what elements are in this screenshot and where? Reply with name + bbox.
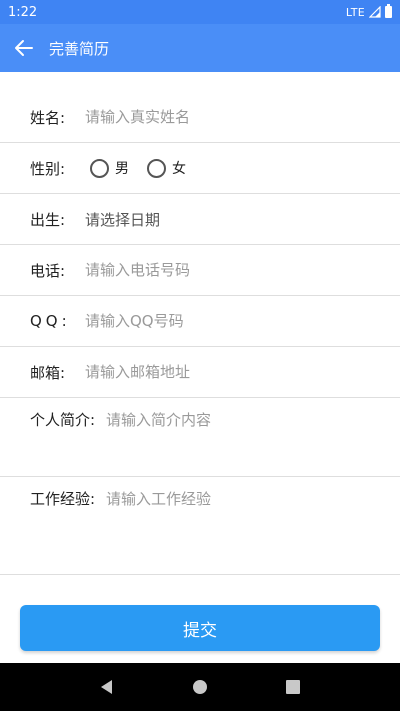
phone-input[interactable]	[85, 252, 400, 288]
nav-home-button[interactable]	[176, 663, 224, 711]
gender-male-radio[interactable]: 男	[90, 158, 129, 178]
gender-female-radio[interactable]: 女	[147, 158, 186, 178]
circle-home-icon	[192, 680, 207, 694]
gender-row: 性别: 男 女	[0, 143, 400, 194]
gender-label: 性别:	[30, 159, 66, 178]
intro-textarea[interactable]	[106, 409, 400, 469]
birth-label: 出生:	[30, 210, 66, 229]
qq-row: QQ:	[0, 296, 400, 347]
qq-input[interactable]	[85, 303, 400, 339]
radio-unchecked-icon	[90, 158, 109, 178]
nav-back-button[interactable]	[83, 663, 131, 711]
experience-textarea[interactable]	[106, 488, 400, 548]
system-nav-bar	[0, 663, 400, 711]
battery-icon	[385, 4, 392, 18]
status-bar: 1:22 LTE	[0, 0, 400, 24]
phone-row: 电话:	[0, 245, 400, 296]
submit-button[interactable]: 提交	[20, 605, 380, 651]
network-type-label: LTE	[345, 5, 365, 19]
name-label: 姓名:	[30, 108, 66, 127]
gender-radio-group: 男 女	[85, 158, 186, 178]
triangle-back-icon	[100, 680, 112, 694]
signal-icon	[369, 6, 381, 18]
form-top-spacer	[0, 72, 400, 92]
birth-row: 出生: 请选择日期	[0, 194, 400, 245]
name-row: 姓名:	[0, 92, 400, 143]
intro-label: 个人简介:	[30, 411, 96, 429]
radio-unchecked-icon	[147, 158, 166, 178]
back-button[interactable]	[0, 24, 48, 72]
birth-date-picker[interactable]: 请选择日期	[85, 209, 160, 230]
experience-row: 工作经验:	[0, 477, 400, 575]
intro-row: 个人简介:	[0, 398, 400, 477]
email-input[interactable]	[85, 354, 400, 390]
email-row: 邮箱:	[0, 347, 400, 398]
page-title: 完善简历	[49, 39, 110, 58]
phone-label: 电话:	[30, 261, 66, 280]
experience-label: 工作经验:	[30, 490, 96, 508]
app-bar: 完善简历	[0, 24, 400, 72]
status-icons: LTE	[345, 4, 392, 19]
square-recents-icon	[286, 680, 301, 694]
name-input[interactable]	[85, 99, 400, 135]
email-label: 邮箱:	[30, 363, 66, 382]
nav-recents-button[interactable]	[269, 663, 317, 711]
gender-female-label: 女	[172, 161, 186, 177]
arrow-back-icon	[15, 40, 33, 56]
status-time: 1:22	[8, 4, 38, 20]
resume-form: 姓名: 性别: 男 女 出生: 请选择日期 电话: QQ: 邮箱: 个人简介	[0, 72, 400, 575]
gender-male-label: 男	[115, 161, 129, 177]
qq-label: QQ:	[30, 312, 71, 330]
